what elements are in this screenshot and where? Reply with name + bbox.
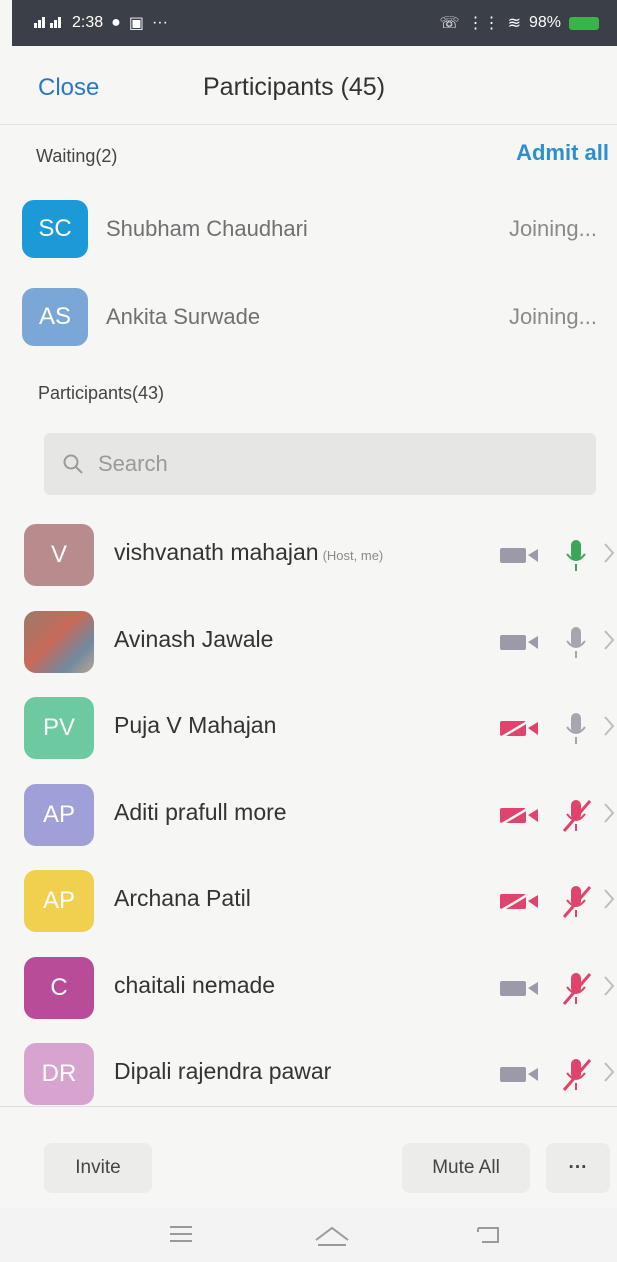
video-off-icon[interactable] <box>498 803 542 826</box>
avatar: AS <box>22 288 88 346</box>
invite-button[interactable]: Invite <box>44 1143 152 1193</box>
participant-name: chaitali nemade <box>114 972 275 999</box>
participant-name-text: Avinash Jawale <box>114 625 274 652</box>
system-nav-bar <box>0 1208 617 1262</box>
participant-name: Aditi prafull more <box>114 799 287 826</box>
participant-name: Avinash Jawale <box>114 626 273 653</box>
host-tag: (Host, me) <box>322 548 384 563</box>
message-icon: ▣ <box>128 15 144 32</box>
video-off-icon[interactable] <box>498 717 542 739</box>
network-icon: ⋮⋮ <box>467 15 500 32</box>
back-icon[interactable] <box>474 1222 504 1246</box>
participant-name: Puja V Mahajan <box>114 712 276 739</box>
participant-name-text: Aditi prafull more <box>114 798 287 825</box>
chevron-right-icon[interactable] <box>603 715 615 737</box>
mic-icon[interactable] <box>560 538 594 574</box>
participant-row[interactable]: Vvishvanath mahajan (Host, me) <box>0 512 617 596</box>
status-time: 2:38 <box>72 14 104 31</box>
chevron-right-icon[interactable] <box>603 888 615 910</box>
avatar: PV <box>24 697 94 759</box>
chevron-right-icon[interactable] <box>603 975 615 997</box>
menu-icon[interactable] <box>168 1222 194 1246</box>
mic-icon[interactable] <box>560 625 594 661</box>
signal-icon <box>34 14 64 33</box>
avatar: C <box>24 956 94 1019</box>
waiting-label: Waiting(2) <box>36 146 118 166</box>
participant-row[interactable]: Cchaitali nemade <box>0 945 617 1029</box>
mic-muted-icon[interactable] <box>560 884 594 920</box>
participant-name-text: chaitali nemade <box>114 971 276 998</box>
mic-icon[interactable] <box>560 711 594 747</box>
chevron-right-icon[interactable] <box>603 1061 615 1083</box>
avatar: DR <box>24 1043 94 1105</box>
participant-name-text: Puja V Mahajan <box>114 712 277 738</box>
search-input[interactable]: Search <box>44 433 596 495</box>
waiting-name: Ankita Surwade <box>106 304 261 329</box>
waiting-status: Joining... <box>508 216 597 241</box>
participant-name: vishvanath mahajan (Host, me) <box>114 539 383 566</box>
search-placeholder: Search <box>98 451 168 476</box>
participant-name-text: Archana Patil <box>114 885 251 911</box>
chevron-right-icon[interactable] <box>603 542 615 564</box>
more-options-button[interactable]: ··· <box>546 1143 610 1193</box>
battery-percent: 98% <box>528 14 561 31</box>
video-icon[interactable] <box>498 544 542 566</box>
mic-muted-icon[interactable] <box>560 971 594 1007</box>
waiting-status: Joining... <box>508 304 597 329</box>
participant-row[interactable]: AP Archana Patil <box>0 858 617 942</box>
chevron-right-icon[interactable] <box>603 802 615 824</box>
search-icon <box>63 454 83 474</box>
page-title: Participants (45) <box>203 73 386 101</box>
status-left: 2:38 ● ▣ ··· <box>34 13 168 33</box>
waiting-name: Shubham Chaudhari <box>106 216 308 241</box>
participant-name-text: Dipali rajendra pawar <box>114 1058 332 1084</box>
status-bar: 2:38 ● ▣ ··· ☏ ⋮⋮ ≋ 98% <box>12 0 617 46</box>
header: Close Participants (45) <box>0 46 617 128</box>
call-icon: ☏ <box>439 15 460 32</box>
waiting-row[interactable]: AS Ankita Surwade Joining... <box>0 284 617 354</box>
header-divider <box>0 124 617 125</box>
participant-name: Archana Patil <box>114 885 251 912</box>
avatar: AP <box>24 870 94 932</box>
overflow-icon: ··· <box>151 14 168 31</box>
participant-row[interactable]: AP Aditi prafull more <box>0 772 617 856</box>
chat-icon: ● <box>111 14 121 31</box>
mic-muted-icon[interactable] <box>560 1057 594 1093</box>
video-icon[interactable] <box>498 1063 542 1085</box>
chevron-right-icon[interactable] <box>603 629 615 651</box>
waiting-row[interactable]: SC Shubham Chaudhari Joining... <box>0 196 617 266</box>
video-icon[interactable] <box>498 631 542 653</box>
wifi-icon: ≋ <box>507 15 521 32</box>
avatar: V <box>24 524 94 586</box>
mic-muted-icon[interactable] <box>560 798 594 834</box>
list-divider <box>0 1106 617 1107</box>
avatar: SC <box>22 200 88 258</box>
video-icon[interactable] <box>498 977 542 999</box>
participant-row[interactable]: PV Puja V Mahajan <box>0 685 617 769</box>
photo-avatar <box>24 610 94 673</box>
avatar: AP <box>24 783 94 846</box>
participant-name: Dipali rajendra pawar <box>114 1058 331 1085</box>
admit-all-button[interactable]: Admit all <box>516 140 609 166</box>
participant-row[interactable]: DR Dipali rajendra pawar <box>0 1031 617 1115</box>
status-right: ☏ ⋮⋮ ≋ 98% <box>440 13 599 33</box>
participant-name-text: vishvanath mahajan <box>114 539 319 565</box>
video-off-icon[interactable] <box>498 890 542 912</box>
home-icon[interactable] <box>312 1222 352 1248</box>
mute-all-button[interactable]: Mute All <box>402 1143 530 1193</box>
participants-label: Participants(43) <box>38 383 165 403</box>
participant-row[interactable]: Avinash Jawale <box>0 599 617 683</box>
battery-icon <box>569 16 599 30</box>
close-button[interactable]: Close <box>38 74 99 102</box>
